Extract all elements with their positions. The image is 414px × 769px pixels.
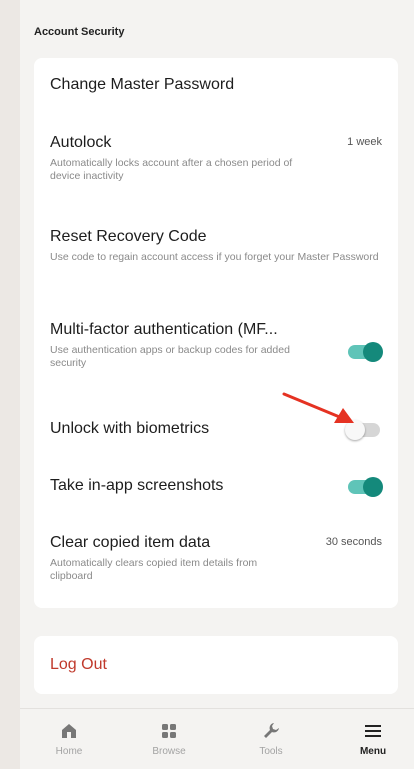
- row-title: Autolock: [50, 134, 112, 151]
- row-title: Change Master Password: [50, 76, 235, 93]
- menu-icon: [365, 725, 381, 737]
- logout-card[interactable]: Log Out: [34, 636, 398, 694]
- mfa-row[interactable]: Multi-factor authentication (MF... Use a…: [50, 321, 383, 370]
- tab-home[interactable]: Home: [30, 709, 108, 769]
- wrench-icon: [264, 723, 279, 738]
- section-title: Account Security: [34, 26, 125, 38]
- mfa-toggle[interactable]: [348, 342, 383, 362]
- in-app-screenshots-row[interactable]: Take in-app screenshots: [50, 477, 383, 497]
- row-title: Reset Recovery Code: [50, 228, 207, 245]
- change-master-password-row[interactable]: Change Master Password: [50, 76, 382, 94]
- home-icon: [62, 724, 76, 738]
- row-subtitle: Use code to regain account access if you…: [50, 251, 379, 263]
- clear-copied-value: 30 seconds: [325, 536, 382, 548]
- tab-menu[interactable]: Menu: [334, 709, 412, 769]
- row-title: Take in-app screenshots: [50, 477, 224, 494]
- toggle-knob: [363, 477, 383, 497]
- tab-browse[interactable]: Browse: [130, 709, 208, 769]
- grid-icon: [162, 724, 176, 738]
- red-arrow-annotation: [282, 392, 354, 423]
- logout-button[interactable]: Log Out: [50, 656, 107, 674]
- autolock-row[interactable]: Autolock 1 week Automatically locks acco…: [50, 134, 382, 183]
- row-title: Multi-factor authentication (MF...: [50, 321, 278, 338]
- tab-label: Browse: [152, 746, 186, 757]
- security-settings-card: Change Master Password Autolock 1 week A…: [34, 58, 398, 608]
- autolock-value: 1 week: [347, 136, 382, 148]
- phone-screen: Account Security Change Master Password …: [20, 0, 414, 769]
- tab-tools[interactable]: Tools: [232, 709, 310, 769]
- row-subtitle: Automatically clears copied item details…: [50, 557, 258, 582]
- tab-label: Home: [55, 746, 83, 757]
- toggle-knob: [363, 342, 383, 362]
- reset-recovery-code-row[interactable]: Reset Recovery Code Use code to regain a…: [50, 228, 382, 264]
- clear-copied-data-row[interactable]: Clear copied item data 30 seconds Automa…: [50, 534, 382, 583]
- row-subtitle: Use authentication apps or backup codes …: [50, 344, 290, 369]
- screenshots-toggle[interactable]: [348, 477, 383, 497]
- row-subtitle: Automatically locks account after a chos…: [50, 157, 293, 182]
- bottom-tab-bar: Home Browse Tools Menu: [20, 708, 414, 769]
- tab-label: Menu: [359, 746, 387, 757]
- tab-label: Tools: [259, 746, 283, 757]
